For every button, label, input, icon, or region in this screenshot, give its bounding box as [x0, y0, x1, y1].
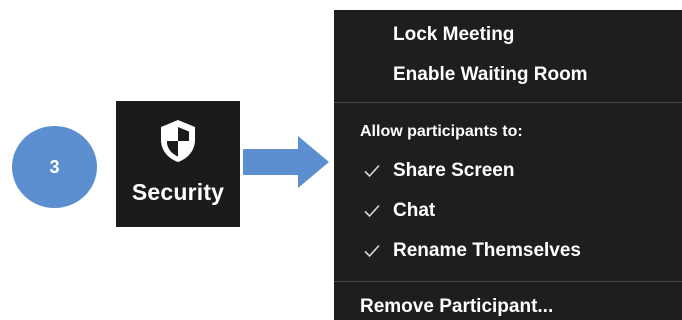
step-number: 3	[49, 156, 60, 177]
step-number-badge: 3	[12, 126, 97, 208]
shield-icon	[161, 120, 195, 162]
allow-participants-label: Allow participants to:	[360, 123, 523, 140]
security-menu: Lock Meeting Enable Waiting Room Allow p…	[334, 10, 682, 320]
menu-item-label: Share Screen	[393, 160, 515, 181]
menu-item-chat[interactable]: Chat	[364, 200, 435, 222]
right-arrow-icon	[243, 136, 329, 188]
checkmark-icon	[364, 164, 380, 178]
menu-divider	[334, 281, 682, 282]
security-button[interactable]: Security	[116, 101, 240, 227]
checkmark-icon	[364, 204, 380, 218]
menu-item-label: Rename Themselves	[393, 240, 581, 261]
menu-item-share-screen[interactable]: Share Screen	[364, 160, 514, 182]
security-button-label: Security	[131, 179, 225, 205]
menu-item-rename-themselves[interactable]: Rename Themselves	[364, 240, 581, 262]
checkmark-icon	[364, 244, 380, 258]
menu-item-enable-waiting-room[interactable]: Enable Waiting Room	[393, 64, 588, 86]
menu-item-remove-participant[interactable]: Remove Participant...	[360, 296, 553, 318]
menu-item-label: Chat	[393, 200, 436, 221]
menu-item-lock-meeting[interactable]: Lock Meeting	[393, 24, 514, 46]
menu-divider	[334, 102, 682, 103]
